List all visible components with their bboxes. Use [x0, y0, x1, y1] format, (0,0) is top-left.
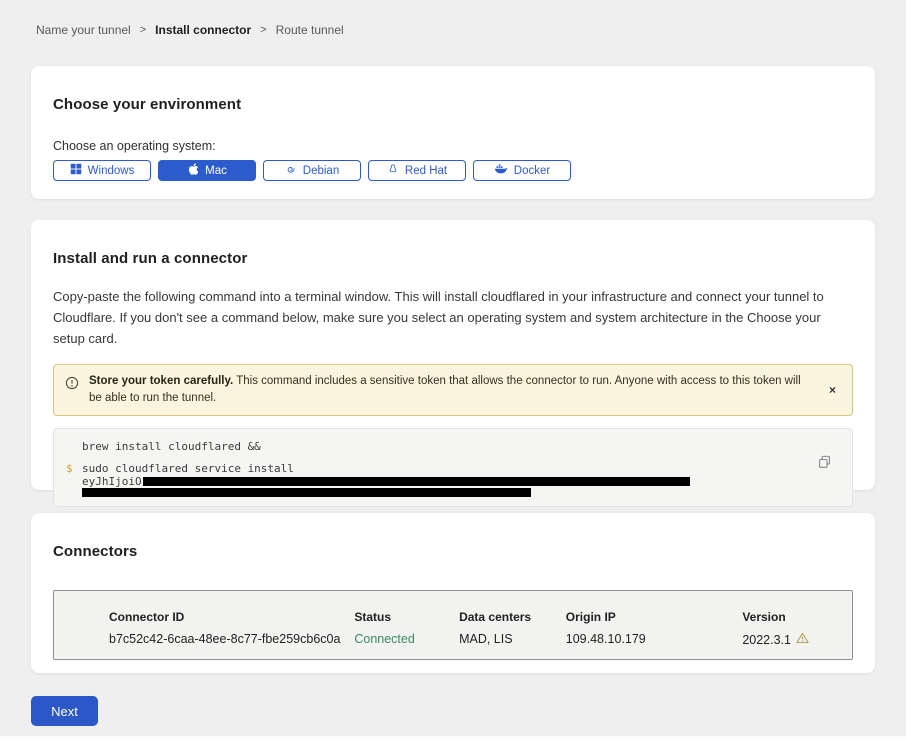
- install-connector-title: Install and run a connector: [53, 220, 853, 267]
- docker-logo-icon: [494, 163, 508, 178]
- token-warning-banner: Store your token carefully. This command…: [53, 364, 853, 416]
- token-warning-bold: Store your token carefully.: [89, 375, 233, 387]
- copy-icon[interactable]: [818, 455, 831, 472]
- column-header-status: Status: [354, 610, 459, 624]
- connector-id-value: b7c52c42-6caa-48ee-8c77-fbe259cb6c0a: [109, 632, 354, 647]
- alert-circle-icon: [65, 376, 79, 395]
- column-header-data-centers: Data centers: [459, 610, 566, 624]
- redhat-logo-icon: [387, 163, 399, 179]
- version-value: 2022.3.1: [742, 632, 852, 647]
- code-line-sudo: $ sudo cloudflared service install: [66, 462, 840, 475]
- connectors-table-header-row: Connector ID Status Data centers Origin …: [109, 610, 852, 624]
- os-button-label: Red Hat: [405, 165, 447, 177]
- os-button-docker[interactable]: Docker: [473, 160, 571, 181]
- origin-ip-value: 109.48.10.179: [566, 632, 743, 647]
- debian-logo-icon: [285, 163, 297, 178]
- redacted-token-bar: [143, 477, 690, 486]
- connectors-card: Connectors Connector ID Status Data cent…: [31, 513, 875, 673]
- os-button-redhat[interactable]: Red Hat: [368, 160, 466, 181]
- os-label: Choose an operating system:: [53, 139, 853, 153]
- os-button-label: Docker: [514, 165, 550, 177]
- install-connector-description: Copy-paste the following command into a …: [53, 286, 853, 349]
- connectors-title: Connectors: [53, 513, 853, 560]
- windows-logo-icon: [70, 163, 82, 178]
- breadcrumb-route-tunnel[interactable]: Route tunnel: [276, 23, 344, 37]
- column-header-version: Version: [742, 610, 852, 624]
- data-centers-value: MAD, LIS: [459, 632, 566, 647]
- install-command-code-block: brew install cloudflared && $ sudo cloud…: [53, 428, 853, 507]
- warning-triangle-icon: [796, 632, 809, 647]
- os-button-windows[interactable]: Windows: [53, 160, 151, 181]
- environment-card-title: Choose your environment: [53, 66, 853, 113]
- os-button-row: Windows Mac Debian Red Hat Docker: [53, 160, 853, 181]
- version-number: 2022.3.1: [742, 633, 791, 647]
- breadcrumb-separator: >: [260, 24, 266, 36]
- environment-card: Choose your environment Choose an operat…: [31, 66, 875, 199]
- connectors-table: Connector ID Status Data centers Origin …: [53, 590, 853, 660]
- breadcrumb-name-your-tunnel[interactable]: Name your tunnel: [36, 23, 131, 37]
- breadcrumb-install-connector[interactable]: Install connector: [155, 23, 251, 37]
- token-prefix: eyJhIjoiO: [82, 475, 142, 488]
- os-button-label: Debian: [303, 165, 339, 177]
- next-button[interactable]: Next: [31, 696, 98, 726]
- apple-logo-icon: [187, 162, 199, 179]
- viewport-bottom-edge: [0, 736, 906, 740]
- code-line-sudo-text: sudo cloudflared service install: [82, 462, 294, 475]
- token-warning-text: Store your token carefully. This command…: [89, 373, 815, 407]
- code-line-token: eyJhIjoiO: [66, 475, 840, 488]
- close-icon[interactable]: ×: [825, 382, 840, 398]
- breadcrumb: Name your tunnel > Install connector > R…: [36, 23, 344, 37]
- column-header-origin-ip: Origin IP: [566, 610, 743, 624]
- redacted-token-bar: [82, 488, 531, 497]
- column-header-connector-id: Connector ID: [109, 610, 354, 624]
- os-button-label: Windows: [88, 165, 135, 177]
- breadcrumb-separator: >: [140, 24, 146, 36]
- table-row: b7c52c42-6caa-48ee-8c77-fbe259cb6c0a Con…: [109, 632, 852, 647]
- code-line-brew: brew install cloudflared &&: [66, 440, 840, 453]
- os-button-mac[interactable]: Mac: [158, 160, 256, 181]
- os-button-debian[interactable]: Debian: [263, 160, 361, 181]
- status-badge: Connected: [354, 632, 459, 647]
- shell-prompt: $: [66, 462, 73, 475]
- install-connector-card: Install and run a connector Copy-paste t…: [31, 220, 875, 490]
- os-button-label: Mac: [205, 165, 227, 177]
